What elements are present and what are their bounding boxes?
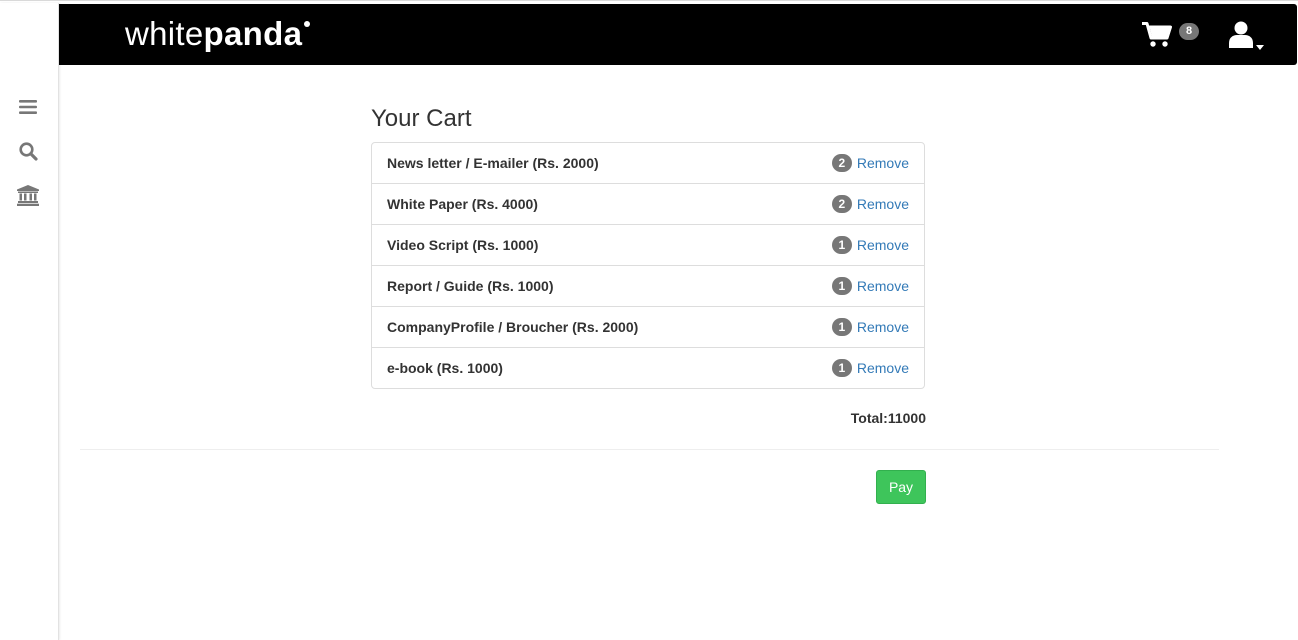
cart-item-name: CompanyProfile / Broucher (Rs. 2000) bbox=[387, 319, 639, 335]
cart-item-name: Video Script (Rs. 1000) bbox=[387, 237, 539, 253]
top-navbar: whitepanda 8 bbox=[59, 4, 1297, 65]
cart-item-actions: 1 Remove bbox=[831, 318, 909, 336]
remove-link[interactable]: Remove bbox=[857, 155, 909, 171]
cart-item-actions: 1 Remove bbox=[831, 277, 909, 295]
pay-button[interactable]: Pay bbox=[876, 470, 926, 504]
menu-icon[interactable] bbox=[16, 95, 40, 119]
remove-link[interactable]: Remove bbox=[857, 237, 909, 253]
bank-icon[interactable] bbox=[16, 183, 40, 207]
cart-item-row: News letter / E-mailer (Rs. 2000) 2 Remove bbox=[372, 143, 924, 183]
cart-button[interactable]: 8 bbox=[1142, 18, 1204, 52]
remove-link[interactable]: Remove bbox=[857, 319, 909, 335]
user-menu-button[interactable] bbox=[1226, 18, 1270, 52]
cart-item-name: e-book (Rs. 1000) bbox=[387, 360, 503, 376]
cart-section: Your Cart News letter / E-mailer (Rs. 20… bbox=[371, 100, 926, 389]
page-title: Your Cart bbox=[371, 105, 472, 132]
quantity-badge: 2 bbox=[831, 154, 852, 172]
cart-total: Total:11000 bbox=[850, 410, 926, 426]
quantity-badge: 1 bbox=[831, 318, 852, 336]
logo-dot bbox=[304, 21, 311, 27]
cart-item-row: e-book (Rs. 1000) 1 Remove bbox=[372, 347, 924, 388]
cart-item-name: Report / Guide (Rs. 1000) bbox=[387, 278, 554, 294]
cart-item-row: Report / Guide (Rs. 1000) 1 Remove bbox=[372, 265, 924, 306]
quantity-badge: 2 bbox=[831, 195, 852, 213]
user-icon bbox=[1229, 21, 1253, 53]
caret-down-icon bbox=[1256, 37, 1264, 55]
left-sidebar bbox=[0, 3, 59, 640]
cart-count-badge: 8 bbox=[1179, 23, 1199, 40]
shopping-cart-icon bbox=[1142, 21, 1172, 53]
cart-item-name: White Paper (Rs. 4000) bbox=[387, 196, 538, 212]
search-icon[interactable] bbox=[16, 139, 40, 163]
quantity-badge: 1 bbox=[831, 236, 852, 254]
cart-list: News letter / E-mailer (Rs. 2000) 2 Remove… bbox=[371, 142, 925, 389]
cart-item-name: News letter / E-mailer (Rs. 2000) bbox=[387, 155, 599, 171]
whitepanda-logo[interactable]: whitepanda bbox=[125, 15, 311, 52]
divider bbox=[80, 449, 1219, 450]
quantity-badge: 1 bbox=[831, 277, 852, 295]
remove-link[interactable]: Remove bbox=[857, 196, 909, 212]
quantity-badge: 1 bbox=[831, 359, 852, 377]
cart-item-row: White Paper (Rs. 4000) 2 Remove bbox=[372, 183, 924, 224]
logo-text-light: white bbox=[125, 15, 204, 52]
remove-link[interactable]: Remove bbox=[857, 278, 909, 294]
window-top-border bbox=[0, 0, 1298, 3]
cart-item-actions: 2 Remove bbox=[831, 195, 909, 213]
cart-item-actions: 2 Remove bbox=[831, 154, 909, 172]
cart-item-row: Video Script (Rs. 1000) 1 Remove bbox=[372, 224, 924, 265]
cart-item-row: CompanyProfile / Broucher (Rs. 2000) 1 Rem… bbox=[372, 306, 924, 347]
remove-link[interactable]: Remove bbox=[857, 360, 909, 376]
cart-item-actions: 1 Remove bbox=[831, 236, 909, 254]
logo-text-bold: panda bbox=[203, 15, 303, 52]
cart-item-actions: 1 Remove bbox=[831, 359, 909, 377]
